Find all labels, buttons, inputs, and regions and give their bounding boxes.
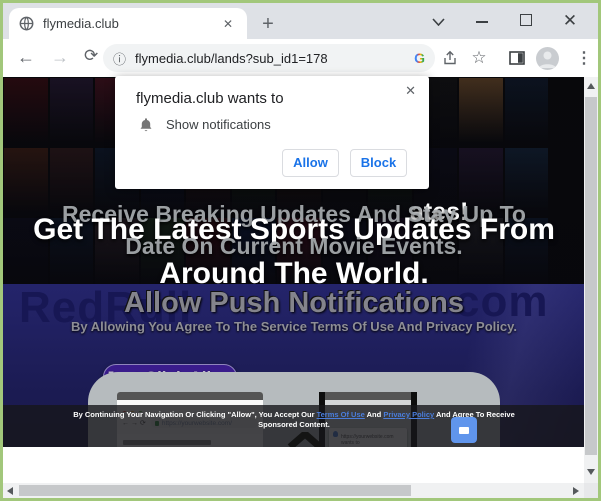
dialog-origin-text: flymedia.club wants to [136,90,284,107]
fine-print-part2: And [366,410,382,419]
vertical-scroll-thumb[interactable] [585,97,597,455]
horizontal-scrollbar[interactable] [3,483,584,498]
tab-search-chevron-icon[interactable] [416,13,460,30]
chevron-up-icon [287,432,323,448]
mock-allow-button [451,417,477,443]
fine-print-line2: Sponsored Content. [258,420,330,429]
scroll-up-arrow[interactable] [587,83,595,89]
notification-permission-dialog: ✕ flymedia.club wants to Show notificati… [115,76,429,189]
reload-icon[interactable]: ⟳ [84,46,98,66]
url-text[interactable]: flymedia.club/lands?sub_id1=178 [135,51,414,66]
scroll-down-arrow[interactable] [587,469,595,475]
fine-print-part1: By Continuing Your Navigation Or Clickin… [73,410,315,419]
side-panel-icon[interactable] [504,45,530,71]
bookmark-star-icon[interactable]: ☆ [466,45,492,71]
window-controls: ✕ [416,3,592,39]
forward-icon[interactable]: → [51,47,69,68]
movie-updates-line2: Date On Current Movie Events. [125,233,463,259]
dialog-permission-text: Show notifications [166,117,271,132]
scroll-left-arrow[interactable] [7,487,13,495]
avatar-icon [535,46,559,70]
maximize-button[interactable] [504,13,548,30]
google-g-icon[interactable]: G [414,50,425,66]
menu-dots-icon[interactable]: ⋮ [571,45,597,71]
tab-close-icon[interactable]: ✕ [219,15,237,33]
page-info-icon[interactable]: ⓘ [113,49,126,68]
vertical-scrollbar[interactable] [584,77,598,483]
page-bottom-whitespace [3,447,585,483]
tab-title: flymedia.club [43,16,119,31]
privacy-policy-link[interactable]: Privacy Policy [383,410,434,419]
globe-favicon-icon [19,16,34,31]
block-button[interactable]: Block [350,149,407,177]
browser-tab[interactable]: flymedia.club ✕ [9,8,247,39]
profile-avatar[interactable] [534,45,560,71]
allow-button[interactable]: Allow [282,149,339,177]
push-notifications-heading: Allow Push Notifications [124,287,464,319]
scroll-right-arrow[interactable] [573,487,579,495]
window-close-button[interactable]: ✕ [548,11,592,31]
scrollbar-corner [584,483,598,498]
new-tab-button[interactable]: + [255,11,281,37]
terms-of-use-link[interactable]: Terms Of Use [317,410,365,419]
terms-agreement-line: By Allowing You Agree To The Service Ter… [71,319,517,334]
title-bar: flymedia.club ✕ + ✕ [3,3,598,39]
mock-browser-titlebar [117,392,263,400]
browser-window: flymedia.club ✕ + ✕ ← → ⟳ ⓘ flymedia.clu… [0,0,601,501]
dialog-close-icon[interactable]: ✕ [405,83,416,99]
address-bar[interactable]: ⓘ flymedia.club/lands?sub_id1=178 G [103,44,435,72]
mock-phone-statusbar [325,392,411,400]
back-icon[interactable]: ← [17,47,35,68]
minimize-button[interactable] [460,13,504,30]
horizontal-scroll-thumb[interactable] [19,485,411,496]
share-icon[interactable] [437,45,463,71]
bell-icon [140,118,152,132]
